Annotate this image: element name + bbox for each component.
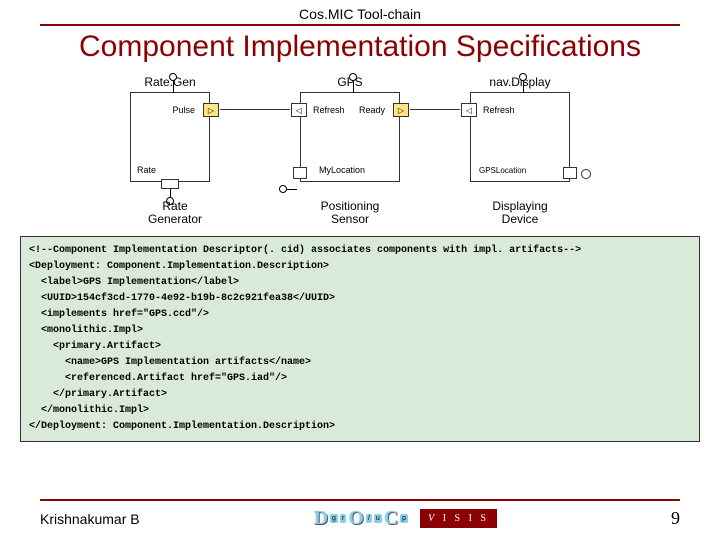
code-line: <label>GPS Implementation</label>	[29, 277, 239, 288]
port-nav-refresh-label: Refresh	[483, 105, 515, 115]
port-gps-ready: ▷	[393, 103, 409, 117]
slide-title: Component Implementation Specifications	[0, 30, 720, 64]
header-rule	[40, 24, 680, 26]
code-line: <implements href="GPS.ccd"/>	[29, 309, 209, 320]
port-rate-label: Rate	[137, 165, 156, 175]
port-ready-label: Ready	[359, 105, 385, 115]
caption-rate-l1: Rate	[162, 199, 187, 213]
code-line: <Deployment: Component.Implementation.De…	[29, 261, 329, 272]
code-line: </monolithic.Impl>	[29, 405, 149, 416]
caption-gps: Positioning Sensor	[300, 200, 400, 226]
code-line: <name>GPS Implementation artifacts</name…	[29, 357, 311, 368]
code-line: <UUID>154cf3cd-1770-4e92-b19b-8c2c921fea…	[29, 293, 335, 304]
code-line: </primary.Artifact>	[29, 389, 167, 400]
logo-doc: D g r O / u C p	[314, 507, 408, 530]
logos: D g r O / u C p V I S I S	[314, 507, 497, 530]
logo-letter: /	[366, 514, 372, 523]
port-rate	[161, 179, 179, 189]
caption-nav: Displaying Device	[470, 200, 570, 226]
logo-v: V	[428, 513, 437, 524]
page-number: 9	[671, 508, 680, 529]
footer: Krishnakumar B D g r O / u C p V I S I S…	[0, 499, 720, 530]
toolchain-header: Cos.MIC Tool-chain	[0, 0, 720, 22]
code-line: <referenced.Artifact href="GPS.iad"/>	[29, 373, 287, 384]
port-myloc-label: MyLocation	[319, 165, 365, 175]
code-line: </Deployment: Component.Implementation.D…	[29, 421, 335, 432]
connector-line	[220, 109, 290, 110]
component-diagram: Rate.Gen Pulse ▷ Rate Rate Generator GPS	[40, 72, 680, 232]
caption-gps-l1: Positioning	[321, 199, 380, 213]
logo-letter: u	[374, 514, 382, 523]
footer-rule	[40, 499, 680, 501]
logo-letter: C	[384, 507, 398, 530]
logo-isis: V I S I S	[420, 509, 497, 528]
port-refresh-label: Refresh	[313, 105, 345, 115]
port-nav-gpsloc	[563, 167, 577, 179]
comp-nav: nav.Display Refresh ◁ GPSLocation	[470, 92, 570, 182]
comp-gps: GPS Refresh ◁ Ready ▷ MyLocation	[300, 92, 400, 182]
caption-nav-l1: Displaying	[492, 199, 547, 213]
port-pulse-label: Pulse	[172, 105, 195, 115]
xml-code-box: <!--Component Implementation Descriptor(…	[20, 236, 700, 442]
caption-nav-l2: Device	[502, 212, 539, 226]
port-nav-refresh: ◁	[461, 103, 477, 117]
code-line: <primary.Artifact>	[29, 341, 161, 352]
port-gps-myloc	[293, 167, 307, 179]
port-gps-refresh: ◁	[291, 103, 307, 117]
port-gpsloc-label: GPSLocation	[479, 166, 526, 175]
author-name: Krishnakumar B	[40, 511, 140, 527]
caption-rate-l2: Generator	[148, 212, 202, 226]
logo-letter: r	[340, 514, 346, 523]
connector-line	[410, 109, 460, 110]
caption-rate: Rate Generator	[135, 200, 215, 226]
port-pulse: ▷	[203, 103, 219, 117]
caption-gps-l2: Sensor	[331, 212, 369, 226]
logo-letter: p	[400, 514, 408, 523]
logo-letter: g	[330, 514, 338, 523]
code-line: <monolithic.Impl>	[29, 325, 143, 336]
logo-isis-text: I S I S	[443, 513, 489, 524]
code-line: <!--Component Implementation Descriptor(…	[29, 245, 581, 256]
half-moon-icon	[581, 169, 591, 179]
comp-rate-gen: Rate.Gen Pulse ▷ Rate	[130, 92, 210, 182]
logo-letter: D	[314, 507, 328, 530]
logo-letter: O	[348, 507, 364, 530]
